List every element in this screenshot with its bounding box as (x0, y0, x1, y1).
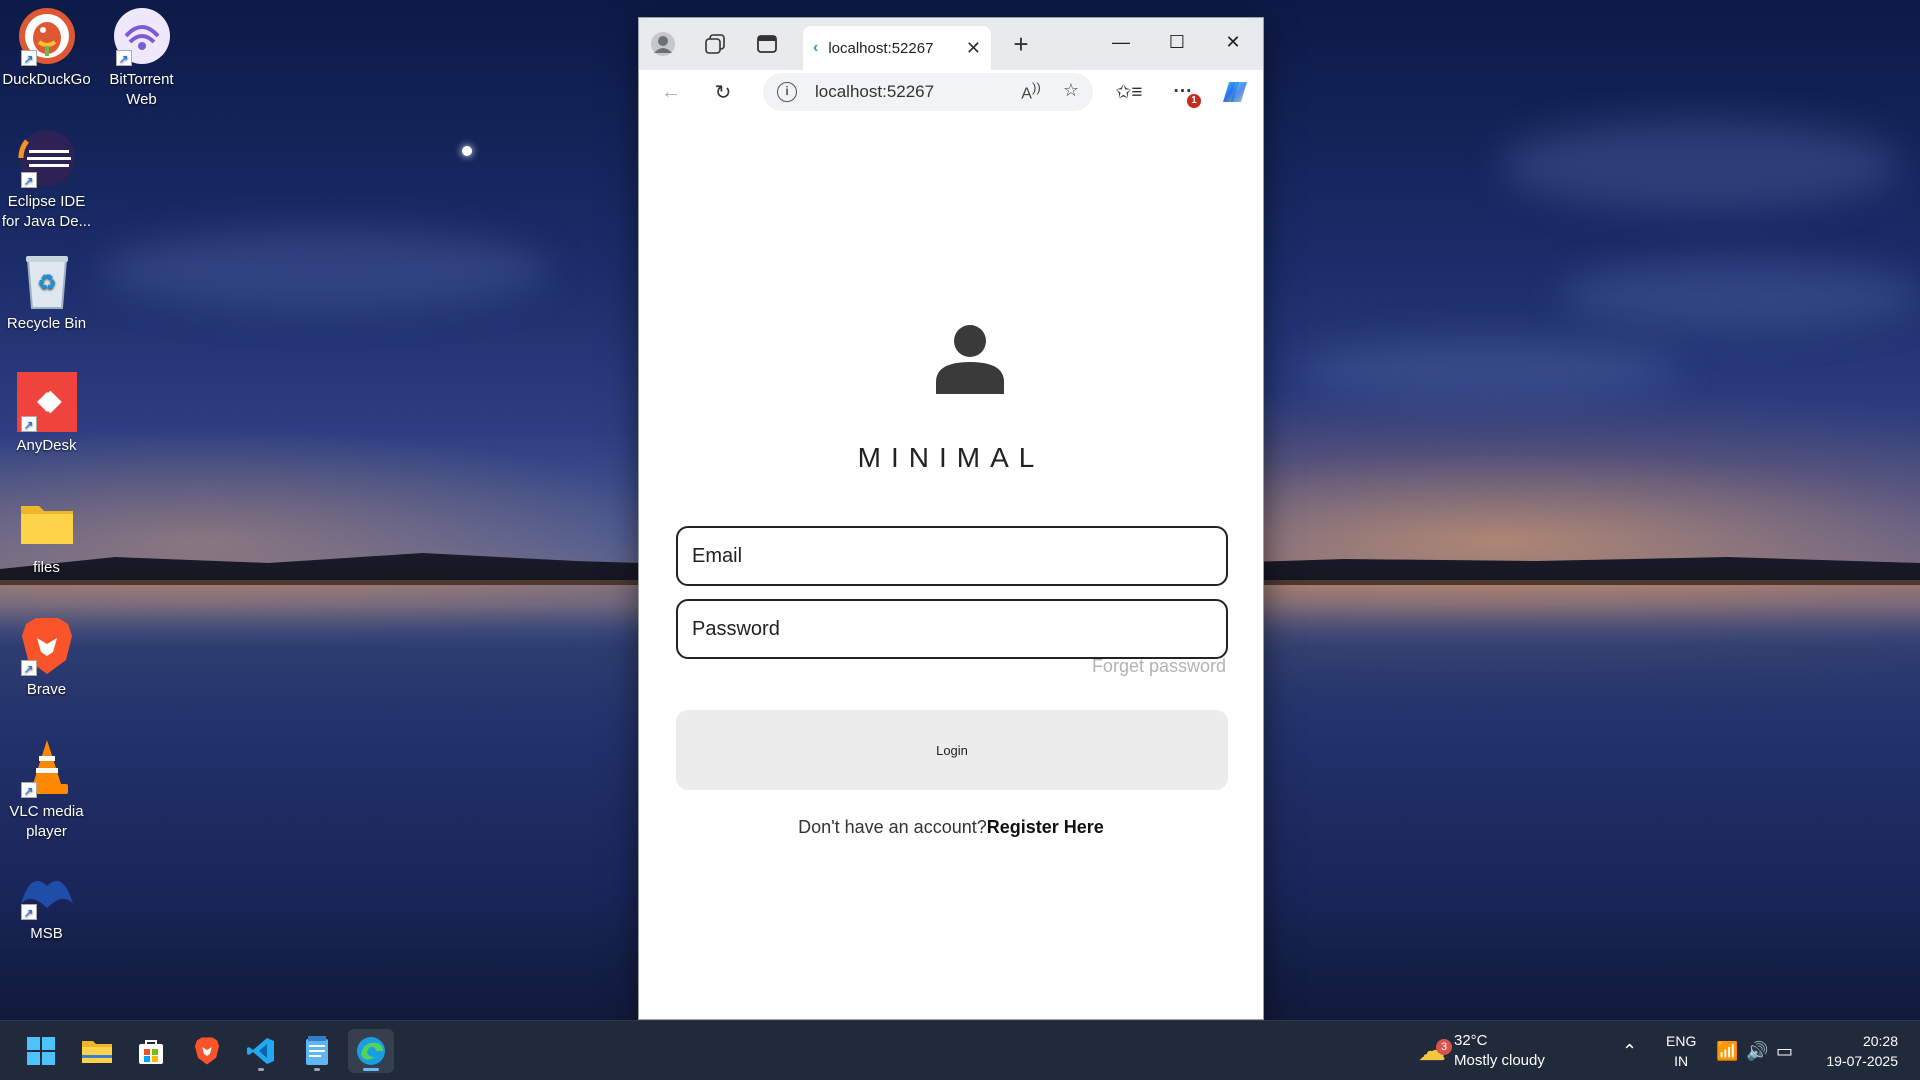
copilot-icon[interactable] (1215, 74, 1255, 110)
address-bar[interactable]: i localhost:52267 A)) ☆ (763, 73, 1093, 111)
language-indicator[interactable]: ENG IN (1666, 1021, 1696, 1080)
taskbar-edge[interactable] (348, 1029, 394, 1073)
site-info-icon[interactable]: i (777, 82, 797, 102)
store-icon (139, 1040, 163, 1064)
clock[interactable]: 20:28 19-07-2025 (1818, 1021, 1898, 1080)
reload-icon[interactable]: ↻ (703, 74, 743, 110)
taskbar-store[interactable] (128, 1029, 174, 1073)
login-button[interactable]: Login (676, 710, 1228, 790)
app-title: MINIMAL (857, 442, 1045, 473)
show-hidden-icons-chevron-icon[interactable]: ⌃ (1622, 1021, 1637, 1080)
msb-icon: ↗ (17, 860, 77, 920)
taskbar-brave[interactable] (184, 1029, 230, 1073)
tab-title: localhost:52267 (828, 39, 934, 57)
maximize-icon[interactable]: ☐ (1157, 30, 1197, 54)
wifi-icon[interactable]: 📶 (1716, 1021, 1738, 1080)
desktop-icon-label: Brave (26, 681, 67, 698)
desktop-icon-bittorrent[interactable]: ↗ BitTorrent Web (95, 6, 188, 110)
password-field[interactable]: Password (676, 599, 1228, 659)
desktop-icon-recycle-bin[interactable]: ♻ Recycle Bin (0, 250, 93, 334)
close-tab-icon[interactable]: ✕ (966, 38, 981, 59)
vertical-tabs-icon[interactable] (749, 26, 785, 62)
register-link[interactable]: Register Here (987, 817, 1104, 837)
region: IN (1674, 1053, 1689, 1069)
favorites-icon[interactable]: ✩≡ (1109, 74, 1149, 110)
desktop-icon-label: Eclipse IDE for Java De... (1, 193, 92, 230)
svg-text:♻: ♻ (37, 271, 57, 296)
running-indicator (314, 1068, 320, 1071)
volume-icon[interactable]: 🔊 (1746, 1021, 1768, 1080)
favorite-star-icon[interactable]: ☆ (1063, 80, 1079, 103)
desktop-icon-duckduckgo[interactable]: ↗ DuckDuckGo (0, 6, 93, 90)
desktop-icon-label: Recycle Bin (6, 315, 87, 332)
vscode-icon (247, 1038, 274, 1064)
desktop-icon-label: BitTorrent Web (109, 71, 174, 108)
email-field[interactable]: Email (676, 526, 1228, 586)
more-menu-icon[interactable]: ··· 1 (1163, 74, 1203, 110)
desktop-icon-eclipse[interactable]: ↗ Eclipse IDE for Java De... (0, 128, 93, 232)
desktop-icon-label: MSB (30, 925, 63, 942)
duckduckgo-icon: ↗ (17, 6, 77, 66)
battery-icon[interactable]: ▭ (1776, 1021, 1793, 1080)
brave-icon: ↗ (17, 616, 77, 676)
desktop-icon-label: AnyDesk (16, 437, 77, 454)
windows-icon (27, 1037, 55, 1065)
address-bar-row: ← ↻ i localhost:52267 A)) ☆ ✩≡ ··· 1 (639, 70, 1263, 114)
taskbar-vscode[interactable] (238, 1029, 284, 1073)
file-explorer-icon (82, 1041, 112, 1063)
email-placeholder: Email (692, 544, 743, 567)
desktop-icon-files[interactable]: files (0, 494, 93, 578)
folder-icon (17, 494, 77, 554)
notepad-icon (306, 1036, 328, 1065)
minimize-icon[interactable]: — (1101, 30, 1141, 54)
url-text: localhost:52267 (815, 82, 935, 101)
desktop-icon-anydesk[interactable]: ↗ AnyDesk (0, 372, 93, 456)
bittorrent-icon: ↗ (112, 6, 172, 66)
tab-bar: ‹ localhost:52267 ✕ + — ☐ ✕ (639, 18, 1263, 70)
time: 20:28 (1862, 1033, 1898, 1049)
weather-badge: 3 (1436, 1039, 1452, 1055)
desktop-icon-label: files (33, 559, 60, 576)
password-placeholder: Password (692, 617, 780, 640)
running-indicator (258, 1068, 264, 1071)
desktop-icon-vlc[interactable]: ↗ VLC media player (0, 738, 93, 842)
start-button[interactable] (18, 1029, 64, 1073)
eclipse-icon: ↗ (17, 128, 77, 188)
active-indicator (363, 1068, 379, 1071)
person-icon (936, 324, 1004, 394)
no-account-text: Don't have an account? (798, 817, 987, 837)
flutter-favicon-icon: ‹ (813, 39, 819, 56)
weather-widget[interactable]: ☁ 3 32°C Mostly cloudy (1418, 1021, 1545, 1080)
vlc-icon: ↗ (17, 738, 77, 798)
desktop-icon-label: DuckDuckGo (2, 71, 91, 88)
taskbar-notepad[interactable] (294, 1029, 340, 1073)
anydesk-icon: ↗ (16, 372, 77, 432)
temperature: 32°C (1454, 1032, 1488, 1049)
workspaces-icon[interactable] (697, 26, 733, 62)
desktop-icon-label: VLC media player (9, 803, 84, 840)
recycle-bin-icon: ♻ (17, 250, 77, 310)
taskbar: ☁ 3 32°C Mostly cloudy ⌃ ENG IN 📶 🔊 ▭ 20… (0, 1020, 1920, 1080)
browser-window: ‹ localhost:52267 ✕ + — ☐ ✕ ← ↻ i localh… (638, 17, 1264, 1020)
notification-badge: 1 (1187, 94, 1201, 108)
tab-active[interactable]: ‹ localhost:52267 ✕ (803, 26, 991, 70)
weather-description: Mostly cloudy (1454, 1052, 1545, 1069)
new-tab-button[interactable]: + (1003, 26, 1039, 62)
register-row: Don't have an account?Register Here (642, 817, 1260, 838)
forget-password-link[interactable]: Forget password (1092, 656, 1226, 677)
profile-icon[interactable] (645, 26, 681, 62)
date: 19-07-2025 (1826, 1053, 1898, 1069)
language: ENG (1666, 1033, 1697, 1049)
edge-icon (357, 1037, 385, 1065)
desktop-icon-msb[interactable]: ↗ MSB (0, 860, 93, 944)
desktop-icon-brave[interactable]: ↗ Brave (0, 616, 93, 700)
close-window-icon[interactable]: ✕ (1213, 30, 1253, 54)
taskbar-file-explorer[interactable] (74, 1029, 120, 1073)
moon (462, 146, 472, 156)
weather-cloud-icon: ☁ 3 (1418, 1037, 1452, 1065)
app-page: MINIMAL Email Password Forget password L… (642, 114, 1260, 1019)
back-icon[interactable]: ← (651, 74, 691, 110)
read-aloud-icon[interactable]: A)) (1021, 80, 1041, 103)
brave-icon (194, 1037, 220, 1065)
